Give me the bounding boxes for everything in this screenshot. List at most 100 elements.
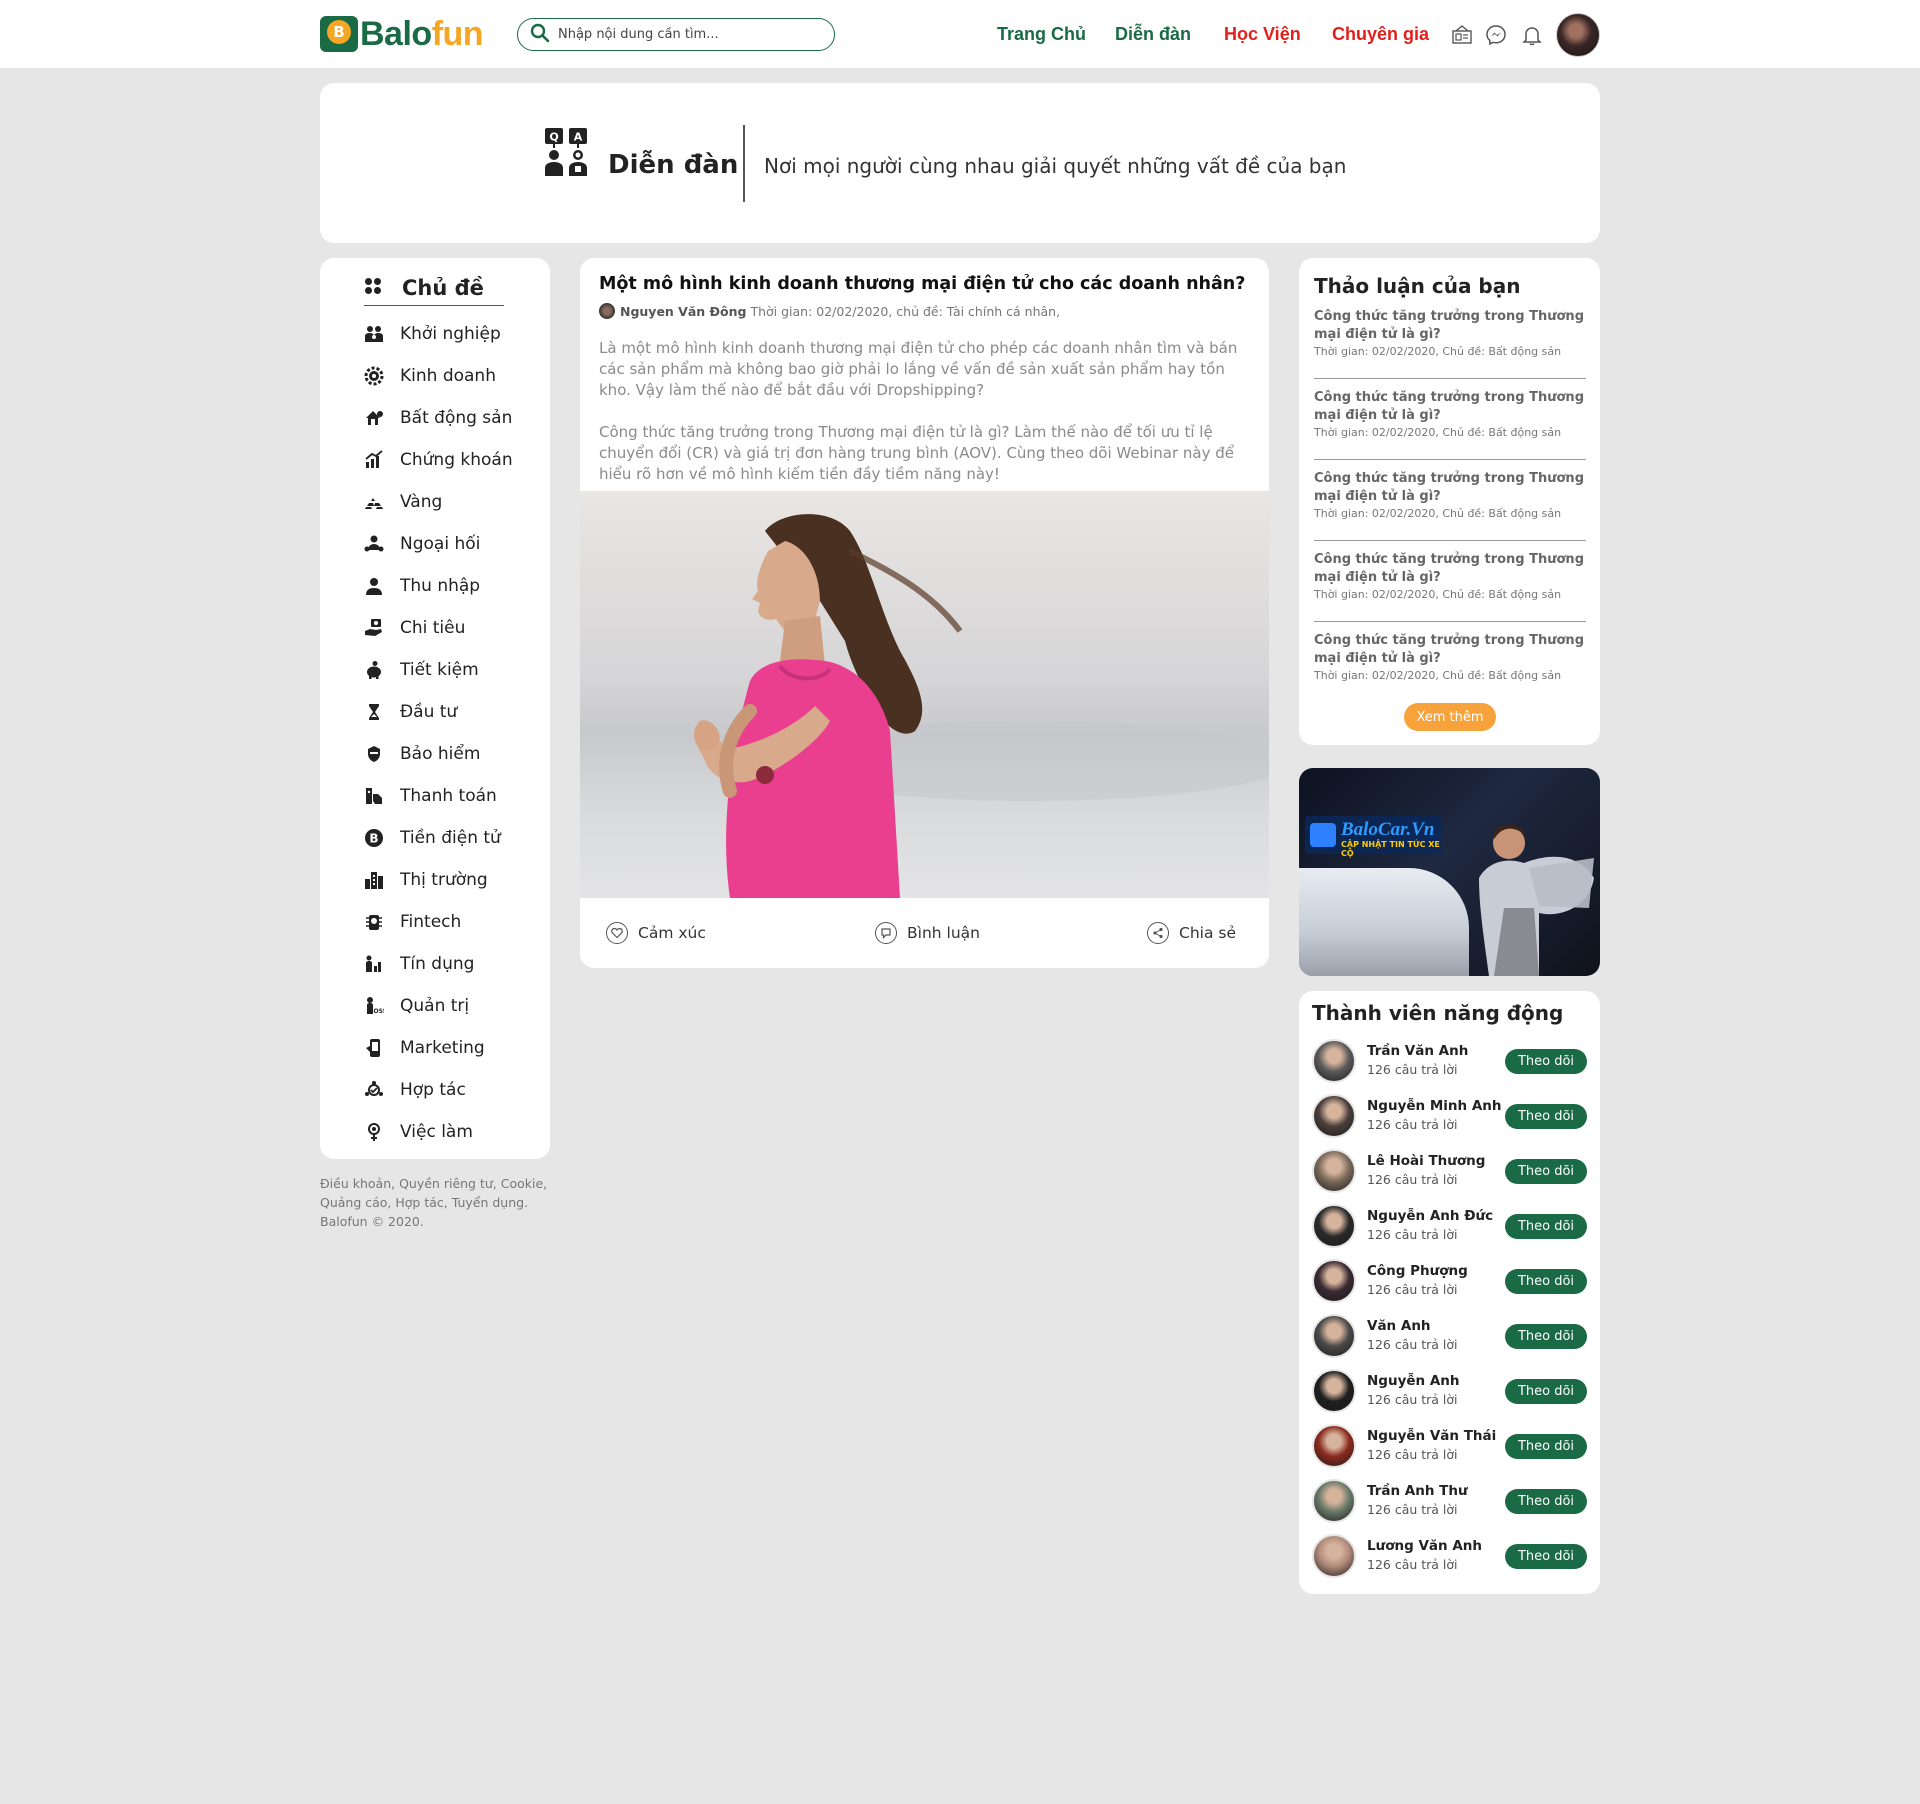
your-discussions-panel: Thảo luận của bạn Công thức tăng trưởng …	[1299, 258, 1600, 745]
follow-button[interactable]: Theo dõi	[1505, 1489, 1587, 1514]
follow-button[interactable]: Theo dõi	[1505, 1324, 1587, 1349]
woman-running-photo[interactable]	[580, 491, 1269, 898]
discussion-item[interactable]: Công thức tăng trưởng trong Thương mại đ…	[1314, 470, 1586, 520]
author-avatar[interactable]	[599, 303, 615, 319]
nav-home[interactable]: Trang Chủ	[997, 24, 1086, 45]
nav-forum[interactable]: Diễn đàn	[1115, 24, 1191, 45]
member-avatar[interactable]	[1312, 1039, 1356, 1083]
footer-links[interactable]: Điều khoản, Quyền riêng tư, Cookie, Quản…	[320, 1174, 560, 1231]
member-name[interactable]: Nguyễn Anh	[1367, 1373, 1460, 1389]
post-title[interactable]: Một mô hình kinh doanh thương mại điện t…	[599, 274, 1245, 294]
logo-text: Balofun	[360, 15, 484, 54]
member-name[interactable]: Lương Văn Anh	[1367, 1538, 1482, 1554]
sidebar-item-bao-hiem[interactable]: Bảo hiểm	[364, 740, 480, 768]
member-row[interactable]: Văn Anh 126 câu trả lời Theo dõi	[1312, 1314, 1587, 1358]
sidebar-item-label: Kinh doanh	[400, 366, 496, 386]
user-avatar[interactable]	[1556, 13, 1600, 57]
comment-label: Bình luận	[907, 924, 980, 942]
member-avatar[interactable]	[1312, 1424, 1356, 1468]
sidebar-item-vang[interactable]: Vàng	[364, 488, 442, 516]
member-name[interactable]: Văn Anh	[1367, 1318, 1431, 1334]
discussion-item[interactable]: Công thức tăng trưởng trong Thương mại đ…	[1314, 308, 1586, 358]
react-button[interactable]: Cảm xúc	[606, 922, 706, 944]
nav-experts[interactable]: Chuyên gia	[1332, 24, 1429, 45]
sidebar-item-chung-khoan[interactable]: Chứng khoán	[364, 446, 513, 474]
member-row[interactable]: Lương Văn Anh 126 câu trả lời Theo dõi	[1312, 1534, 1587, 1578]
sidebar-item-label: Bảo hiểm	[400, 744, 481, 764]
sidebar-item-tiet-kiem[interactable]: Tiết kiệm	[364, 656, 479, 684]
search-input[interactable]	[558, 27, 818, 42]
balocar-ad-banner[interactable]: BaloCar.Vn CẬP NHẬT TIN TỨC XE CỘ	[1299, 768, 1600, 976]
discussion-meta: Thời gian: 02/02/2020, Chủ đề: Bất động …	[1314, 426, 1562, 439]
member-row[interactable]: Nguyễn Minh Anh 126 câu trả lời Theo dõi	[1312, 1094, 1587, 1138]
sidebar-item-thu-nhap[interactable]: Thu nhập	[364, 572, 480, 600]
member-name[interactable]: Nguyễn Văn Thái	[1367, 1428, 1496, 1444]
share-button[interactable]: Chia sẻ	[1147, 922, 1236, 944]
follow-button[interactable]: Theo dõi	[1505, 1159, 1587, 1184]
follow-button[interactable]: Theo dõi	[1505, 1269, 1587, 1294]
sidebar-item-tin-dung[interactable]: Tín dụng	[364, 950, 474, 978]
member-row[interactable]: Nguyễn Anh 126 câu trả lời Theo dõi	[1312, 1369, 1587, 1413]
member-name[interactable]: Công Phượng	[1367, 1263, 1468, 1279]
post-meta: Nguyen Văn Đông Thời gian: 02/02/2020, c…	[599, 303, 1060, 319]
post-author[interactable]: Nguyen Văn Đông	[620, 304, 746, 319]
sidebar-item-kinh-doanh[interactable]: Kinh doanh	[364, 362, 496, 390]
member-row[interactable]: Nguyễn Văn Thái 126 câu trả lời Theo dõi	[1312, 1424, 1587, 1468]
member-name[interactable]: Nguyễn Anh Đức	[1367, 1208, 1493, 1224]
sidebar-item-tien-dien-tu[interactable]: B Tiền điện tử	[364, 824, 501, 852]
sidebar-item-chi-tieu[interactable]: Chi tiêu	[364, 614, 465, 642]
member-avatar[interactable]	[1312, 1204, 1356, 1248]
stock-chart-icon	[364, 450, 384, 470]
discussion-item[interactable]: Công thức tăng trưởng trong Thương mại đ…	[1314, 632, 1586, 682]
see-more-button[interactable]: Xem thêm	[1404, 703, 1496, 731]
comment-button[interactable]: Bình luận	[875, 922, 980, 944]
sidebar-item-thi-truong[interactable]: Thị trường	[364, 866, 488, 894]
follow-button[interactable]: Theo dõi	[1505, 1434, 1587, 1459]
sidebar-item-dau-tu[interactable]: Đầu tư	[364, 698, 457, 726]
member-row[interactable]: Trần Anh Thư 126 câu trả lời Theo dõi	[1312, 1479, 1587, 1523]
forex-icon	[364, 534, 384, 554]
follow-button[interactable]: Theo dõi	[1505, 1214, 1587, 1239]
sidebar-item-viec-lam[interactable]: Việc làm	[364, 1118, 473, 1146]
messenger-icon[interactable]	[1484, 23, 1508, 47]
member-row[interactable]: Nguyễn Anh Đức 126 câu trả lời Theo dõi	[1312, 1204, 1587, 1248]
member-avatar[interactable]	[1312, 1369, 1356, 1413]
member-avatar[interactable]	[1312, 1314, 1356, 1358]
sidebar-item-fintech[interactable]: Fintech	[364, 908, 461, 936]
insurance-shield-icon	[364, 744, 384, 764]
discussion-item[interactable]: Công thức tăng trưởng trong Thương mại đ…	[1314, 389, 1586, 439]
member-avatar[interactable]	[1312, 1149, 1356, 1193]
follow-button[interactable]: Theo dõi	[1505, 1049, 1587, 1074]
post-card: Một mô hình kinh doanh thương mại điện t…	[580, 258, 1269, 968]
follow-button[interactable]: Theo dõi	[1505, 1104, 1587, 1129]
sidebar-item-ngoai-hoi[interactable]: Ngoại hối	[364, 530, 480, 558]
bell-icon[interactable]	[1520, 23, 1544, 47]
member-avatar[interactable]	[1312, 1534, 1356, 1578]
follow-button[interactable]: Theo dõi	[1505, 1379, 1587, 1404]
balofun-logo[interactable]: B Balofun	[320, 15, 484, 54]
member-name[interactable]: Trần Anh Thư	[1367, 1483, 1468, 1499]
member-avatar[interactable]	[1312, 1259, 1356, 1303]
sidebar-item-thanh-toan[interactable]: Thanh toán	[364, 782, 497, 810]
discussions-heading: Thảo luận của bạn	[1314, 274, 1521, 298]
nav-academy[interactable]: Học Viện	[1224, 24, 1301, 45]
member-row[interactable]: Trần Văn Anh 126 câu trả lời Theo dõi	[1312, 1039, 1587, 1083]
sidebar-item-hop-tac[interactable]: Hợp tác	[364, 1076, 466, 1104]
discussion-item[interactable]: Công thức tăng trưởng trong Thương mại đ…	[1314, 551, 1586, 601]
member-name[interactable]: Lê Hoài Thương	[1367, 1153, 1485, 1169]
sidebar-item-quan-tri[interactable]: BOSS Quản trị	[364, 992, 469, 1020]
sidebar-item-bat-dong-san[interactable]: Bất động sản	[364, 404, 512, 432]
sidebar-item-label: Fintech	[400, 912, 462, 932]
balocar-logo: BaloCar.Vn CẬP NHẬT TIN TỨC XE CỘ	[1305, 816, 1441, 858]
member-avatar[interactable]	[1312, 1094, 1356, 1138]
news-icon[interactable]	[1450, 23, 1474, 47]
member-name[interactable]: Trần Văn Anh	[1367, 1043, 1468, 1059]
sidebar-item-marketing[interactable]: Marketing	[364, 1034, 485, 1062]
sidebar-item-khoi-nghiep[interactable]: Khởi nghiệp	[364, 320, 501, 348]
member-row[interactable]: Lê Hoài Thương 126 câu trả lời Theo dõi	[1312, 1149, 1587, 1193]
member-avatar[interactable]	[1312, 1479, 1356, 1523]
search-bar[interactable]	[517, 18, 835, 51]
member-name[interactable]: Nguyễn Minh Anh	[1367, 1098, 1502, 1114]
member-row[interactable]: Công Phượng 126 câu trả lời Theo dõi	[1312, 1259, 1587, 1303]
follow-button[interactable]: Theo dõi	[1505, 1544, 1587, 1569]
